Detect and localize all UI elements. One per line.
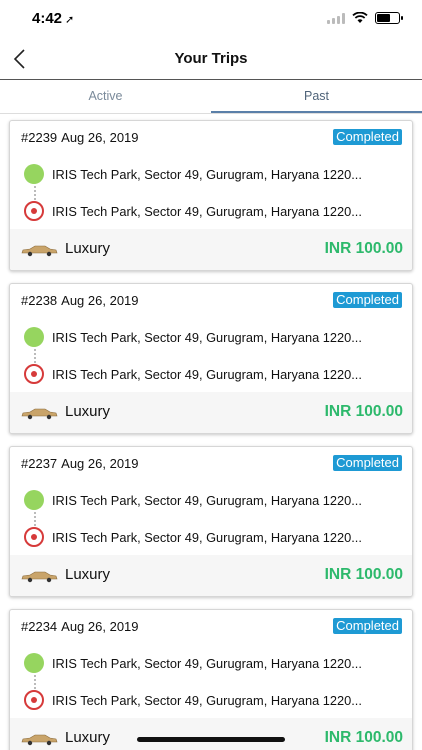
trip-date: Aug 26, 2019: [61, 619, 139, 634]
trip-date: Aug 26, 2019: [61, 130, 139, 145]
trip-price: INR 100.00: [324, 240, 403, 257]
drop-row: IRIS Tech Park, Sector 49, Gurugram, Har…: [24, 364, 404, 384]
car-type: Luxury: [65, 403, 111, 420]
home-indicator[interactable]: [137, 737, 285, 742]
trip-id: #2239: [21, 130, 58, 145]
wifi-icon: [352, 12, 368, 23]
status-badge: Completed: [333, 618, 402, 634]
pickup-row: IRIS Tech Park, Sector 49, Gurugram, Har…: [24, 164, 404, 184]
page-title: Your Trips: [174, 50, 248, 67]
battery-icon: [375, 12, 403, 24]
tab-past[interactable]: Past: [211, 80, 422, 113]
trip-id: #2237: [21, 456, 58, 471]
pickup-dot-icon: [24, 164, 44, 184]
route-connector: [34, 675, 36, 689]
route-connector: [34, 512, 36, 526]
trip-footer: Luxury INR 100.00: [10, 229, 412, 270]
pickup-address: IRIS Tech Park, Sector 49, Gurugram, Har…: [52, 166, 362, 182]
trip-tabs: Active Past: [0, 80, 422, 114]
trip-date: Aug 26, 2019: [61, 293, 139, 308]
car-icon: [21, 245, 58, 257]
pickup-row: IRIS Tech Park, Sector 49, Gurugram, Har…: [24, 327, 404, 347]
trip-price: INR 100.00: [324, 566, 403, 583]
drop-address: IRIS Tech Park, Sector 49, Gurugram, Har…: [52, 366, 362, 382]
route-connector: [34, 186, 36, 200]
trip-header: #2238 Aug 26, 2019: [21, 293, 143, 308]
drop-pin-icon: [24, 527, 44, 547]
drop-address: IRIS Tech Park, Sector 49, Gurugram, Har…: [52, 203, 362, 219]
car-type: Luxury: [65, 729, 111, 746]
trip-footer: Luxury INR 100.00: [10, 392, 412, 433]
location-arrow-icon: ➚: [65, 14, 75, 26]
trip-card[interactable]: #2237 Aug 26, 2019 Completed IRIS Tech Pa…: [9, 446, 413, 597]
trip-id: #2238: [21, 293, 58, 308]
signal-icon: [327, 12, 345, 24]
status-time-text: 4:42: [32, 10, 63, 27]
tab-active[interactable]: Active: [0, 80, 211, 113]
car-type: Luxury: [65, 240, 111, 257]
car-icon: [21, 408, 58, 420]
status-badge: Completed: [333, 292, 402, 308]
drop-address: IRIS Tech Park, Sector 49, Gurugram, Har…: [52, 692, 362, 708]
status-icons: [327, 12, 403, 24]
status-bar: 4:42 ➚: [0, 0, 422, 40]
car-icon: [21, 734, 58, 746]
trip-header: #2239 Aug 26, 2019: [21, 130, 143, 145]
pickup-dot-icon: [24, 653, 44, 673]
drop-pin-icon: [24, 364, 44, 384]
trip-card[interactable]: #2239 Aug 26, 2019 Completed IRIS Tech Pa…: [9, 120, 413, 271]
pickup-dot-icon: [24, 490, 44, 510]
trip-price: INR 100.00: [324, 729, 403, 746]
trip-card[interactable]: #2234 Aug 26, 2019 Completed IRIS Tech Pa…: [9, 609, 413, 750]
drop-pin-icon: [24, 201, 44, 221]
trip-header: #2234 Aug 26, 2019: [21, 619, 143, 634]
trip-price: INR 100.00: [324, 403, 403, 420]
status-time: 4:42 ➚: [32, 10, 74, 27]
car-icon: [21, 571, 58, 583]
drop-row: IRIS Tech Park, Sector 49, Gurugram, Har…: [24, 527, 404, 547]
route-connector: [34, 349, 36, 363]
status-badge: Completed: [333, 129, 402, 145]
pickup-dot-icon: [24, 327, 44, 347]
trip-footer: Luxury INR 100.00: [10, 718, 412, 750]
trip-id: #2234: [21, 619, 58, 634]
car-type: Luxury: [65, 566, 111, 583]
trip-header: #2237 Aug 26, 2019: [21, 456, 143, 471]
drop-row: IRIS Tech Park, Sector 49, Gurugram, Har…: [24, 690, 404, 710]
drop-address: IRIS Tech Park, Sector 49, Gurugram, Har…: [52, 529, 362, 545]
trip-footer: Luxury INR 100.00: [10, 555, 412, 596]
status-badge: Completed: [333, 455, 402, 471]
trip-card[interactable]: #2238 Aug 26, 2019 Completed IRIS Tech Pa…: [9, 283, 413, 434]
pickup-row: IRIS Tech Park, Sector 49, Gurugram, Har…: [24, 490, 404, 510]
pickup-address: IRIS Tech Park, Sector 49, Gurugram, Har…: [52, 492, 362, 508]
trip-date: Aug 26, 2019: [61, 456, 139, 471]
pickup-row: IRIS Tech Park, Sector 49, Gurugram, Har…: [24, 653, 404, 673]
navigation-bar: Your Trips: [0, 38, 422, 80]
pickup-address: IRIS Tech Park, Sector 49, Gurugram, Har…: [52, 655, 362, 671]
pickup-address: IRIS Tech Park, Sector 49, Gurugram, Har…: [52, 329, 362, 345]
drop-row: IRIS Tech Park, Sector 49, Gurugram, Har…: [24, 201, 404, 221]
drop-pin-icon: [24, 690, 44, 710]
